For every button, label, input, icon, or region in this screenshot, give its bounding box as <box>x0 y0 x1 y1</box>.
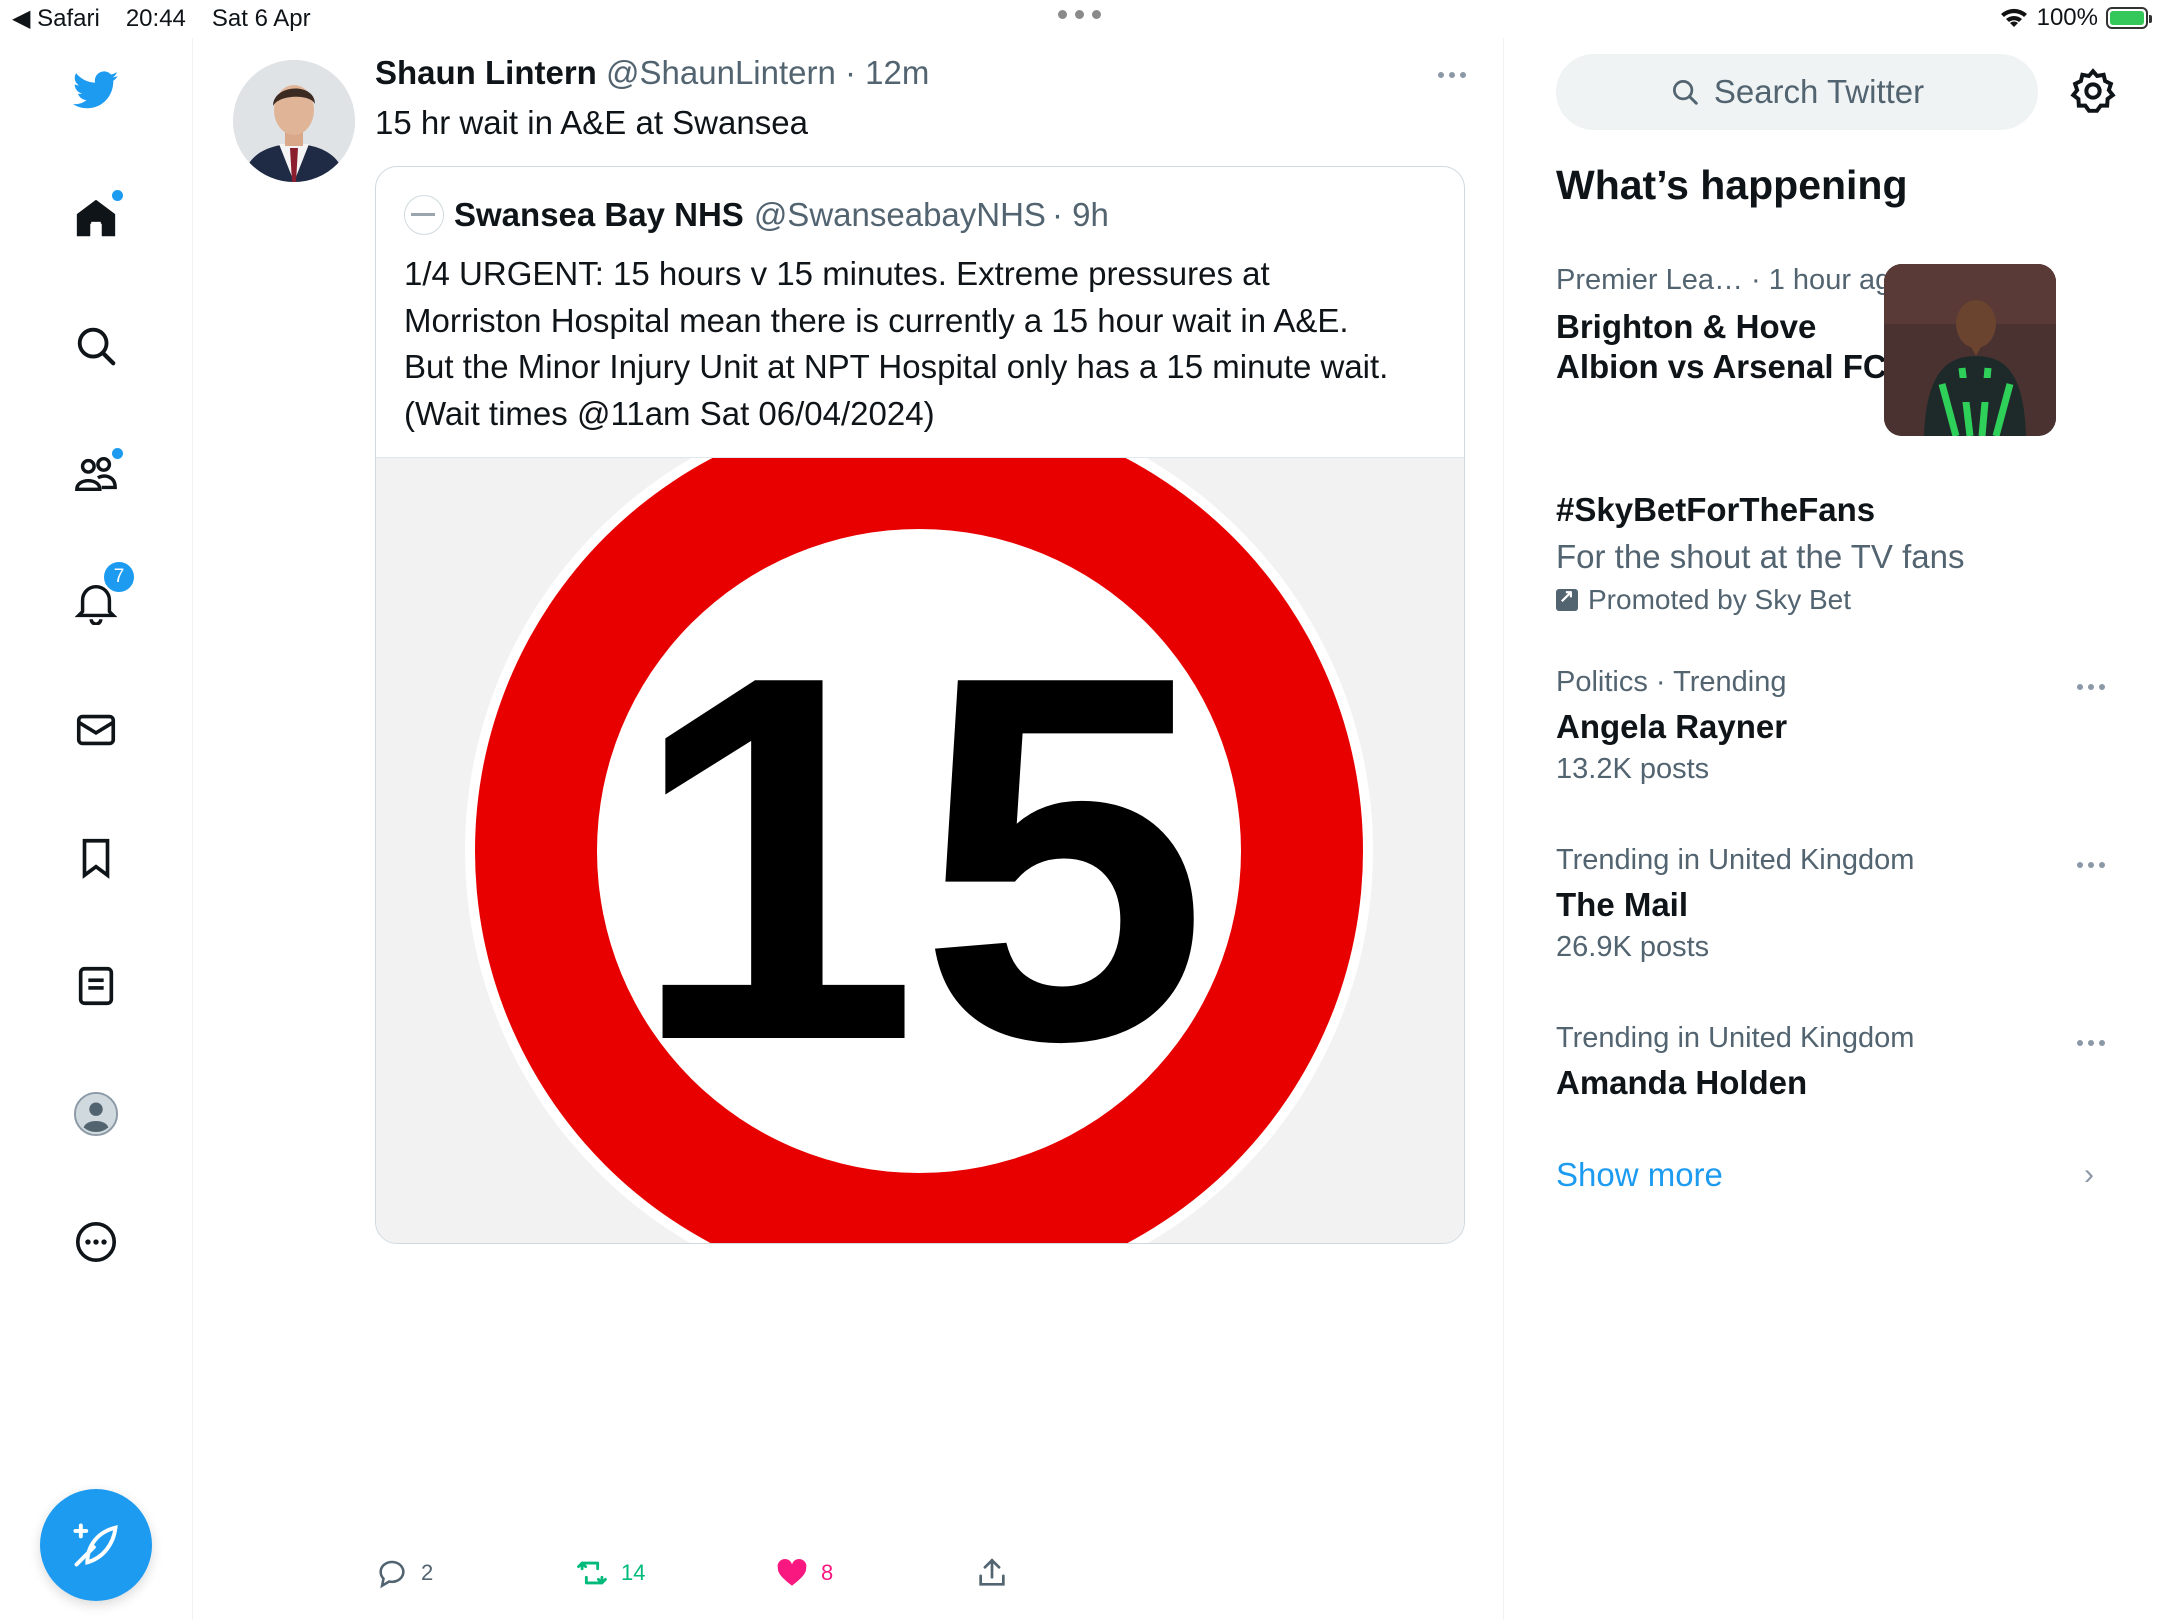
share-icon <box>979 1558 1005 1586</box>
status-time: 20:44 <box>125 4 186 32</box>
quoted-tweet[interactable]: Swansea Bay NHS @SwanseabayNHS · 9h 1/4 … <box>375 166 1465 1244</box>
trend-more-icon[interactable] <box>2077 684 2105 690</box>
search-icon <box>1672 80 1698 105</box>
wifi-icon <box>2000 8 2027 27</box>
home-icon[interactable] <box>66 188 126 248</box>
trend-title: #SkyBetForTheFans <box>1556 491 1876 528</box>
reply-count: 2 <box>421 1560 434 1585</box>
messages-icon[interactable] <box>66 700 126 760</box>
more-options-icon[interactable] <box>66 1212 126 1272</box>
bookmarks-icon[interactable] <box>66 828 126 888</box>
trend-post-count: 13.2K posts <box>1556 753 1710 785</box>
tweet-header: Shaun Lintern @ShaunLintern · 12m <box>375 54 929 92</box>
tweet-column: Shaun Lintern @ShaunLintern · 12m 15 hr … <box>193 38 1504 1620</box>
trend-post-count: 26.9K posts <box>1556 931 1710 963</box>
right-sidebar: Search Twitter What’s happening Premier … <box>1504 38 2160 1620</box>
trend-category: Trending in United Kingdom <box>1556 844 1915 876</box>
tweet-time[interactable]: · 12m <box>845 54 929 91</box>
quoted-text-line: (Wait times @11am Sat 06/04/2024) <box>404 394 935 432</box>
tweet-actions: 2 14 8 <box>375 1556 1075 1604</box>
multitasking-handle[interactable] <box>1058 10 1101 19</box>
trend-item[interactable]: Politics · Trending Angela Rayner 13.2K … <box>1556 666 2116 786</box>
trend-more-icon[interactable] <box>2077 862 2105 868</box>
show-more-link[interactable]: Show more <box>1556 1156 1723 1194</box>
trend-more-icon[interactable] <box>2077 1040 2105 1046</box>
quoted-text-line: But the Minor Injury Unit at NPT Hospita… <box>404 348 1389 385</box>
trend-title: Angela Rayner <box>1556 708 1788 745</box>
quoted-text-line: Morriston Hospital mean there is current… <box>404 301 1349 339</box>
status-date: Sat 6 Apr <box>211 4 311 32</box>
trend-category: Politics · Trending <box>1556 666 1787 698</box>
trend-subtitle: For the shout at the TV fans <box>1556 538 1965 575</box>
quoted-author-name: Swansea Bay NHS <box>454 196 744 233</box>
like-button[interactable]: 8 <box>775 1556 833 1590</box>
chevron-right-icon: › <box>2084 1158 2094 1191</box>
quoted-tweet-text: 1/4 URGENT: 15 hours v 15 minutes. Extre… <box>404 251 1444 437</box>
profile-avatar-icon[interactable] <box>66 1084 126 1144</box>
like-count: 8 <box>821 1560 834 1585</box>
trend-title: Amanda Holden <box>1556 1064 1808 1101</box>
retweet-icon <box>577 1561 607 1585</box>
battery-icon <box>2106 7 2152 29</box>
heart-icon <box>777 1558 807 1586</box>
author-handle[interactable]: @ShaunLintern <box>606 54 836 91</box>
quoted-author-avatar <box>404 195 444 235</box>
sign-number: 15 <box>630 568 1208 1149</box>
trend-category: Premier Lea… <box>1556 264 1743 296</box>
back-to-app-link[interactable]: ◀ Safari <box>12 4 100 33</box>
notifications-icon[interactable]: 7 <box>66 560 136 632</box>
communities-icon[interactable] <box>66 444 126 504</box>
promoted-label: Promoted by Sky Bet <box>1588 584 1852 615</box>
battery-percent: 100% <box>2036 4 2098 31</box>
search-placeholder: Search Twitter <box>1713 73 1925 110</box>
status-bar: ◀ Safari 20:44 Sat 6 Apr 100% <box>0 0 2160 38</box>
compose-tweet-button[interactable] <box>40 1489 152 1601</box>
tweet-text: 15 hr wait in A&E at Swansea <box>375 104 808 141</box>
lists-icon[interactable] <box>66 956 126 1016</box>
trend-item[interactable]: Trending in United Kingdom Amanda Holden <box>1556 1022 2116 1103</box>
whats-happening-heading: What’s happening <box>1556 162 1908 208</box>
trend-title: The Mail <box>1556 886 1689 923</box>
reply-icon <box>379 1560 405 1589</box>
retweet-button[interactable]: 14 <box>575 1556 645 1590</box>
search-nav-icon[interactable] <box>66 316 126 376</box>
trend-item-promoted[interactable]: #SkyBetForTheFans For the shout at the T… <box>1556 484 2116 616</box>
search-input[interactable]: Search Twitter <box>1556 54 2038 130</box>
quoted-tweet-image[interactable]: 15 <box>376 397 1464 1243</box>
retweet-count: 14 <box>621 1560 646 1585</box>
notifications-count-badge: 7 <box>102 560 136 594</box>
sidebar-nav: 7 <box>0 38 193 1620</box>
speed-limit-sign-image: 15 <box>465 397 1373 1243</box>
author-avatar[interactable] <box>233 60 355 182</box>
reply-button[interactable]: 2 <box>375 1556 433 1590</box>
trend-thumbnail[interactable] <box>1884 264 2056 436</box>
trend-item[interactable]: Trending in United Kingdom The Mail 26.9… <box>1556 844 2116 964</box>
tweet-more-icon[interactable] <box>1438 72 1466 78</box>
compose-feather-icon <box>73 1523 118 1567</box>
share-button[interactable] <box>975 1556 1009 1590</box>
twitter-logo-icon[interactable] <box>66 60 126 120</box>
quoted-tweet-time: · 9h <box>1051 196 1109 233</box>
quoted-text-line: 1/4 URGENT: 15 hours v 15 minutes. Extre… <box>404 255 1270 292</box>
settings-gear-icon[interactable] <box>2068 66 2118 116</box>
trend-category: Trending in United Kingdom <box>1556 1022 1915 1054</box>
promoted-icon <box>1556 586 1578 611</box>
author-name[interactable]: Shaun Lintern <box>375 54 597 91</box>
quoted-author-handle: @SwanseabayNHS <box>753 196 1046 233</box>
